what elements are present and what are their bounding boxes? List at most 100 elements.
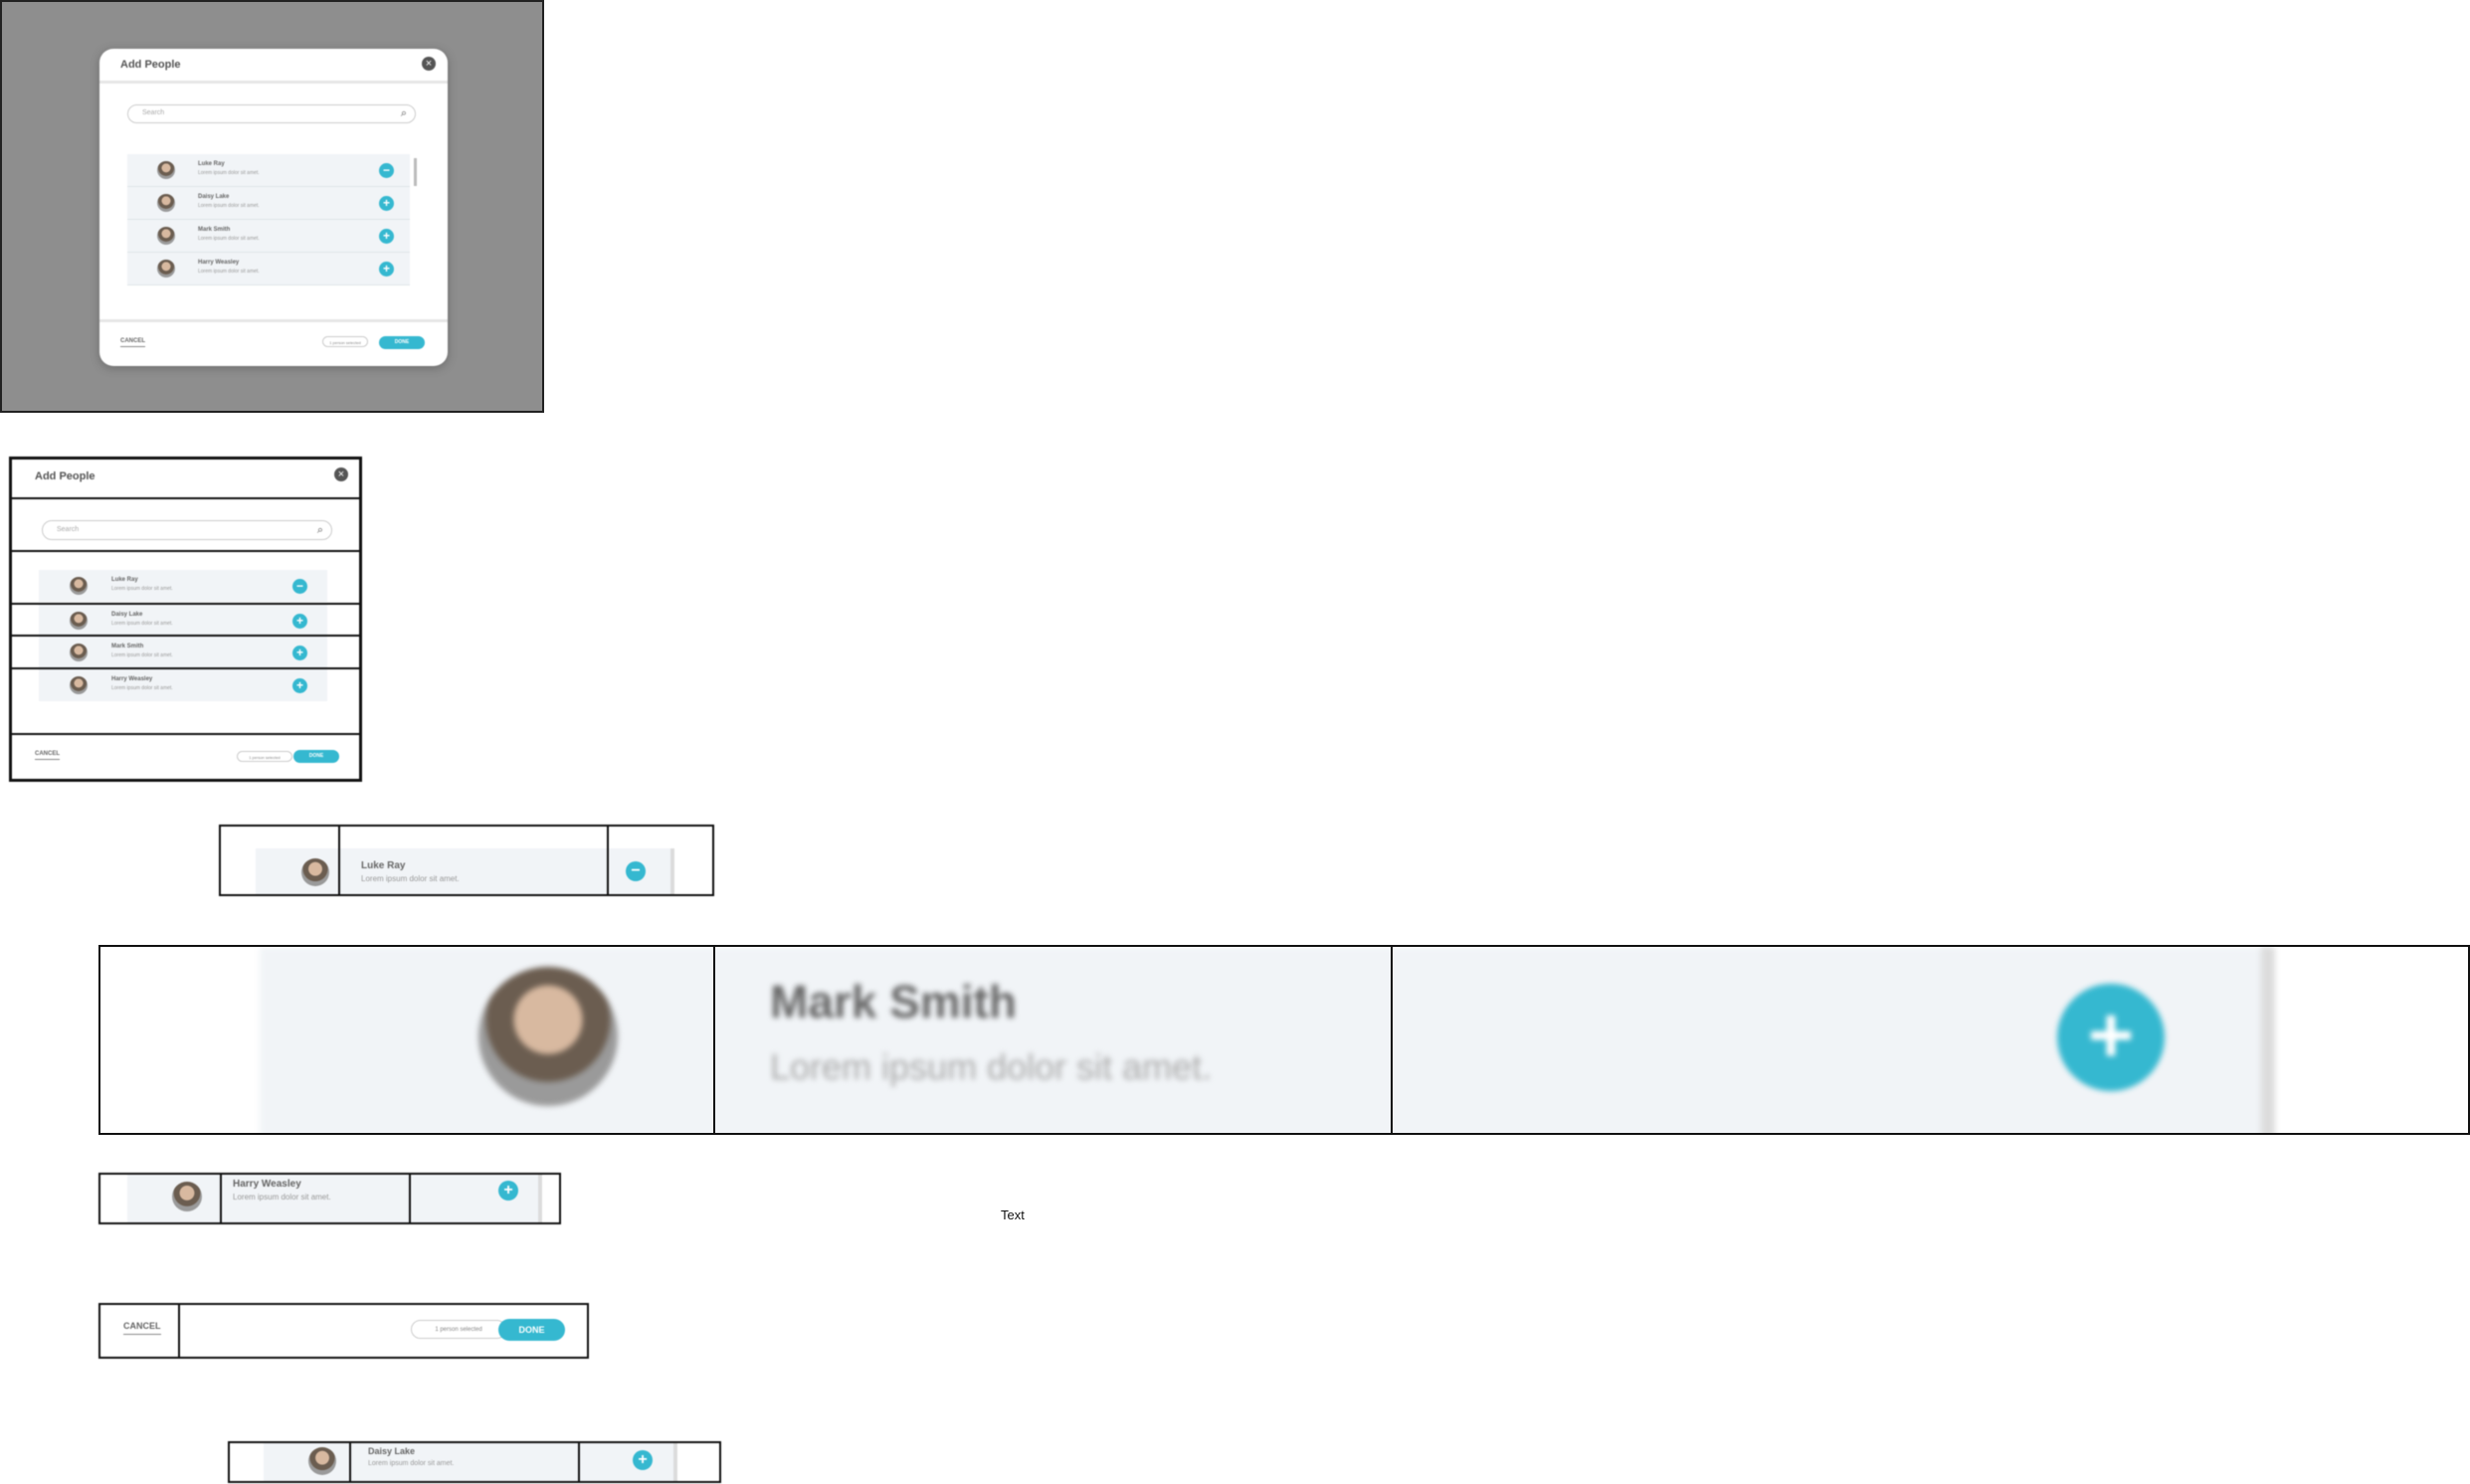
add-people-dialog: Add People × Search ⌕ Luke Ray Lorem ips… xyxy=(99,49,448,366)
scrollbar[interactable] xyxy=(2261,947,2275,1133)
region-divider xyxy=(713,947,715,1133)
person-name: Harry Weasley xyxy=(233,1179,301,1190)
close-icon[interactable]: × xyxy=(422,57,436,71)
list-item[interactable]: Luke Ray Lorem ipsum dolor sit amet. − xyxy=(39,570,327,602)
scrollbar[interactable] xyxy=(670,848,674,894)
person-description: Lorem ipsum dolor sit amet. xyxy=(111,586,173,592)
person-description: Lorem ipsum dolor sit amet. xyxy=(111,621,173,627)
avatar xyxy=(157,260,175,278)
region-divider xyxy=(12,733,359,735)
region-divider xyxy=(409,1175,411,1222)
plus-icon[interactable]: + xyxy=(292,614,307,629)
person-description: Lorem ipsum dolor sit amet. xyxy=(111,685,173,691)
list-item[interactable]: Harry Weasley Lorem ipsum dolor sit amet… xyxy=(39,669,327,701)
cancel-button[interactable]: CANCEL xyxy=(35,751,60,760)
region-divider xyxy=(12,497,359,499)
region-divider xyxy=(338,827,340,894)
plus-icon[interactable]: + xyxy=(633,1450,653,1470)
avatar xyxy=(308,1447,336,1475)
person-description: Lorem ipsum dolor sit amet. xyxy=(770,1046,1213,1087)
row-crop-mark-smith: Mark Smith Lorem ipsum dolor sit amet. + xyxy=(98,945,2470,1135)
row-crop-luke-ray: Luke Ray Lorem ipsum dolor sit amet. − xyxy=(219,825,714,896)
person-name: Luke Ray xyxy=(198,161,225,167)
person-name: Daisy Lake xyxy=(368,1446,416,1456)
avatar xyxy=(157,194,175,212)
avatar xyxy=(172,1182,202,1211)
done-button[interactable]: DONE xyxy=(379,336,425,349)
people-list: Luke Ray Lorem ipsum dolor sit amet. − D… xyxy=(127,154,414,285)
person-name: Mark Smith xyxy=(198,227,231,233)
done-button[interactable]: DONE xyxy=(498,1319,565,1341)
avatar xyxy=(70,644,88,661)
avatar xyxy=(157,227,175,245)
overlay-frame: Add People × Search ⌕ Luke Ray Lorem ips… xyxy=(0,0,544,413)
row-crop-daisy-lake: Daisy Lake Lorem ipsum dolor sit amet. + xyxy=(228,1441,721,1483)
scrollbar[interactable] xyxy=(538,1175,542,1222)
list-item[interactable]: Daisy Lake Lorem ipsum dolor sit amet. + xyxy=(127,187,410,220)
region-divider xyxy=(607,827,609,894)
region-divider xyxy=(349,1443,351,1481)
selection-count: 1 person selected xyxy=(237,751,292,762)
person-description: Lorem ipsum dolor sit amet. xyxy=(198,170,260,176)
person-description: Lorem ipsum dolor sit amet. xyxy=(198,203,260,209)
plus-icon[interactable]: + xyxy=(379,229,394,244)
search-placeholder: Search xyxy=(142,109,165,116)
list-item[interactable]: Mark Smith Lorem ipsum dolor sit amet. + xyxy=(127,220,410,253)
list-item[interactable]: Luke Ray Lorem ipsum dolor sit amet. − xyxy=(127,154,410,187)
person-name: Daisy Lake xyxy=(111,612,143,618)
selection-count: 1 person selected xyxy=(322,336,368,347)
cancel-button[interactable]: CANCEL xyxy=(120,338,145,347)
close-icon[interactable]: × xyxy=(334,467,348,481)
search-input[interactable]: Search ⌕ xyxy=(127,104,416,123)
search-input[interactable]: Search ⌕ xyxy=(42,520,332,540)
person-name: Harry Weasley xyxy=(198,260,240,266)
avatar xyxy=(70,612,88,630)
plus-icon[interactable]: + xyxy=(292,678,307,693)
selection-count: 1 person selected xyxy=(411,1320,506,1339)
person-name: Harry Weasley xyxy=(111,676,153,682)
search-icon[interactable]: ⌕ xyxy=(317,524,323,537)
person-description: Lorem ipsum dolor sit amet. xyxy=(233,1193,331,1202)
scrollbar[interactable] xyxy=(414,158,417,186)
region-divider xyxy=(178,1305,180,1357)
plus-icon[interactable]: + xyxy=(292,646,307,660)
avatar xyxy=(70,676,88,694)
person-name: Daisy Lake xyxy=(198,194,230,200)
minus-icon[interactable]: − xyxy=(292,579,307,594)
dialog-title: Add People xyxy=(35,470,95,482)
plus-icon[interactable]: + xyxy=(379,262,394,277)
person-description: Lorem ipsum dolor sit amet. xyxy=(361,874,460,883)
minus-icon[interactable]: − xyxy=(379,163,394,178)
list-item[interactable]: Daisy Lake Lorem ipsum dolor sit amet. + xyxy=(39,605,327,637)
divider xyxy=(99,81,448,84)
person-description: Lorem ipsum dolor sit amet. xyxy=(111,652,173,658)
minus-icon[interactable]: − xyxy=(626,861,646,881)
row-crop-harry-weasley: Harry Weasley Lorem ipsum dolor sit amet… xyxy=(98,1173,561,1224)
search-icon[interactable]: ⌕ xyxy=(401,107,407,120)
person-description: Lorem ipsum dolor sit amet. xyxy=(198,236,260,242)
divider xyxy=(99,319,448,322)
avatar xyxy=(70,577,88,595)
region-divider xyxy=(220,1175,222,1222)
region-divider xyxy=(12,550,359,552)
plus-icon[interactable]: + xyxy=(2057,984,2165,1091)
footer-crop: CANCEL 1 person selected DONE xyxy=(98,1303,589,1359)
person-description: Lorem ipsum dolor sit amet. xyxy=(198,269,260,275)
person-name: Luke Ray xyxy=(111,577,138,583)
avatar xyxy=(157,161,175,179)
dialog-title: Add People xyxy=(120,59,181,71)
person-description: Lorem ipsum dolor sit amet. xyxy=(368,1460,455,1467)
search-placeholder: Search xyxy=(57,526,80,533)
person-name: Luke Ray xyxy=(361,860,406,871)
person-name: Mark Smith xyxy=(770,976,1017,1027)
dialog-regions-frame: Add People × Search ⌕ Luke Ray Lorem ips… xyxy=(9,457,362,782)
plus-icon[interactable]: + xyxy=(379,196,394,211)
plus-icon[interactable]: + xyxy=(498,1181,518,1201)
scrollbar[interactable] xyxy=(673,1443,677,1481)
cancel-button[interactable]: CANCEL xyxy=(123,1321,161,1335)
list-item[interactable]: Harry Weasley Lorem ipsum dolor sit amet… xyxy=(127,253,410,285)
done-button[interactable]: DONE xyxy=(293,750,339,763)
avatar xyxy=(478,967,618,1106)
list-item[interactable]: Mark Smith Lorem ipsum dolor sit amet. + xyxy=(39,637,327,668)
person-name: Mark Smith xyxy=(111,644,144,649)
